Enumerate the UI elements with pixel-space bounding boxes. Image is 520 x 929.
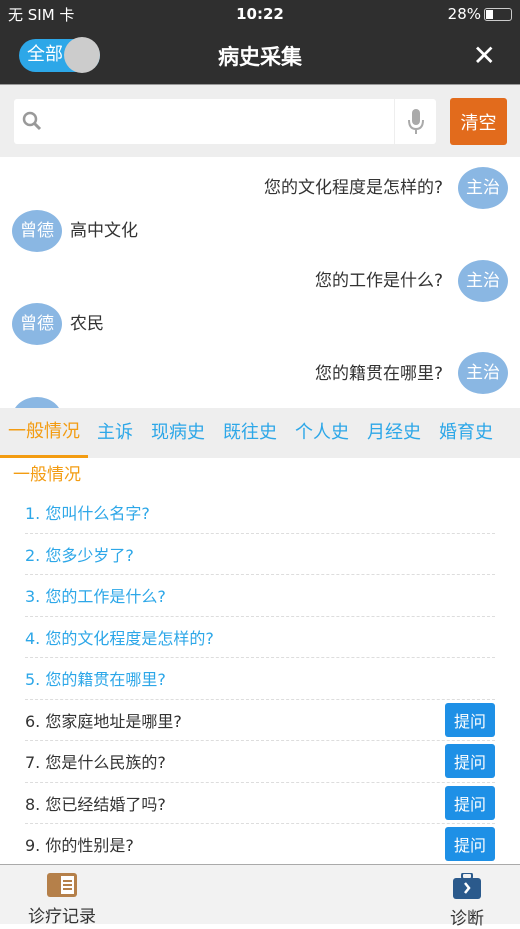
question-text: 4. 您的文化程度是怎样的? xyxy=(25,628,214,648)
avatar xyxy=(12,397,62,408)
tab-general[interactable]: 一般情况 xyxy=(0,408,88,458)
diagnosis-button[interactable]: 诊断 xyxy=(450,872,484,929)
status-bar: 无 SIM 卡 10:22 28% xyxy=(0,0,520,28)
battery-icon xyxy=(484,8,512,21)
microphone-icon xyxy=(408,109,424,134)
page-title: 病史采集 xyxy=(218,45,302,69)
chat-message: 农民 xyxy=(70,314,104,334)
bottom-bar: 诊疗记录 诊断 xyxy=(0,864,520,929)
question-item[interactable]: 8. 您已经结婚了吗? 提问 xyxy=(25,783,495,824)
question-item[interactable]: 5. 您的籍贯在哪里? xyxy=(25,658,495,700)
toggle-label: 全部 xyxy=(27,44,63,65)
avatar: 主治 xyxy=(458,260,508,302)
question-text: 2. 您多少岁了? xyxy=(25,545,134,565)
chat-area[interactable]: 您的文化程度是怎样的? 主治 曾德 高中文化 您的工作是什么? 主治 曾德 农民… xyxy=(0,157,520,408)
question-text: 1. 您叫什么名字? xyxy=(25,504,150,524)
briefcase-icon xyxy=(453,872,481,899)
carrier: 无 SIM 卡 xyxy=(8,5,75,24)
all-toggle[interactable]: 全部 xyxy=(19,37,100,73)
question-text: 8. 您已经结婚了吗? xyxy=(25,794,166,814)
avatar: 主治 xyxy=(458,167,508,209)
question-text: 6. 您家庭地址是哪里? xyxy=(25,711,182,731)
question-item[interactable]: 7. 您是什么民族的? 提问 xyxy=(25,741,495,783)
ask-button[interactable]: 提问 xyxy=(445,744,495,779)
tab-menstrual-history[interactable]: 月经史 xyxy=(358,408,430,458)
question-item[interactable]: 4. 您的文化程度是怎样的? xyxy=(25,617,495,658)
chat-message: 您的工作是什么? xyxy=(314,271,443,291)
question-item[interactable]: 1. 您叫什么名字? xyxy=(25,492,495,534)
section-title: 一般情况 xyxy=(13,465,81,485)
medical-record-icon xyxy=(47,873,77,897)
records-button[interactable]: 诊疗记录 xyxy=(28,873,96,927)
diagnosis-label: 诊断 xyxy=(450,909,484,929)
chat-message: 您的籍贯在哪里? xyxy=(314,364,443,384)
ask-button[interactable]: 提问 xyxy=(445,827,495,862)
records-label: 诊疗记录 xyxy=(28,907,96,927)
tab-chief-complaint[interactable]: 主诉 xyxy=(88,408,142,458)
tab-personal-history[interactable]: 个人史 xyxy=(286,408,358,458)
avatar: 主治 xyxy=(458,352,508,394)
microphone-button[interactable] xyxy=(394,99,436,144)
avatar: 曾德 xyxy=(12,303,62,345)
battery: 28% xyxy=(448,5,512,23)
chat-message: 您的文化程度是怎样的? xyxy=(263,178,443,198)
ask-button[interactable]: 提问 xyxy=(445,702,495,737)
question-text: 5. 您的籍贯在哪里? xyxy=(25,670,166,690)
question-text: 3. 您的工作是什么? xyxy=(25,587,166,607)
question-list: 1. 您叫什么名字? 2. 您多少岁了? 3. 您的工作是什么? 4. 您的文化程度是… xyxy=(0,492,520,866)
category-tabs: 一般情况 主诉 现病史 既往史 个人史 月经史 婚育史 xyxy=(0,408,520,458)
question-text: 9. 你的性别是? xyxy=(25,836,134,856)
chat-message: 高中文化 xyxy=(70,221,138,241)
nav-bar: 全部 病史采集 ✕ xyxy=(0,28,520,85)
battery-percent: 28% xyxy=(447,5,481,23)
question-text: 7. 您是什么民族的? xyxy=(25,753,166,773)
question-item[interactable]: 9. 你的性别是? 提问 xyxy=(25,824,495,866)
clear-button[interactable]: 清空 xyxy=(450,98,507,145)
question-item[interactable]: 3. 您的工作是什么? xyxy=(25,575,495,617)
tab-present-illness[interactable]: 现病史 xyxy=(142,408,214,458)
clock: 10:22 xyxy=(236,5,284,23)
search-input[interactable] xyxy=(58,99,388,144)
toggle-knob xyxy=(64,37,100,73)
question-item[interactable]: 2. 您多少岁了? xyxy=(25,534,495,575)
ask-button[interactable]: 提问 xyxy=(445,785,495,820)
tab-past-history[interactable]: 既往史 xyxy=(214,408,286,458)
avatar: 曾德 xyxy=(12,210,62,252)
question-item[interactable]: 6. 您家庭地址是哪里? 提问 xyxy=(25,700,495,741)
search-icon xyxy=(22,111,42,131)
search-box xyxy=(14,99,436,144)
tab-marital-history[interactable]: 婚育史 xyxy=(430,408,502,458)
search-bar: 清空 xyxy=(0,85,520,157)
close-icon[interactable]: ✕ xyxy=(473,42,496,70)
